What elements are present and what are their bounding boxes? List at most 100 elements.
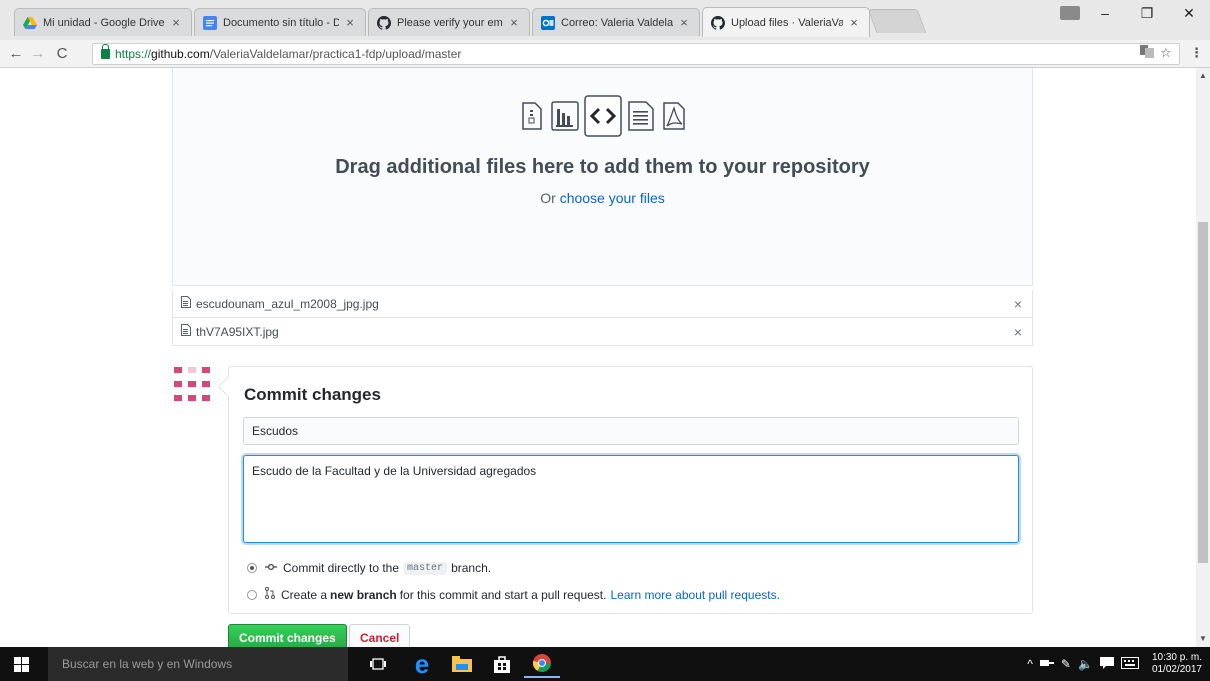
chrome-taskbar-icon[interactable] — [524, 650, 560, 678]
volume-icon[interactable]: 🔈 — [1078, 657, 1093, 671]
dropzone-title: Drag additional files here to add them t… — [335, 156, 870, 178]
taskbar-clock[interactable]: 10:30 p. m. 01/02/2017 — [1152, 652, 1202, 676]
branch-name: master — [403, 561, 448, 575]
file-chart-icon — [550, 100, 579, 132]
scroll-up-icon[interactable]: ▲ — [1199, 71, 1207, 80]
close-window-icon[interactable]: ✕ — [1168, 0, 1210, 26]
github-icon — [711, 15, 726, 30]
commit-form: Commit changes Escudo de la Facultad y d… — [228, 366, 1033, 614]
tab-google-docs[interactable]: Documento sin título - Documentos × — [194, 8, 366, 36]
close-tab-icon[interactable]: × — [507, 15, 521, 30]
address-bar[interactable]: https://github.com/ValeriaValdelamar/pra… — [92, 43, 1180, 65]
outlook-icon — [541, 15, 555, 30]
git-pull-request-icon — [265, 587, 275, 602]
notifications-icon[interactable] — [1099, 656, 1114, 672]
clock-time: 10:30 p. m. — [1151, 652, 1202, 663]
radio-new-branch[interactable] — [247, 589, 257, 600]
dropzone-subtitle: Or choose your files — [173, 190, 1032, 206]
bookmark-star-icon[interactable]: ☆ — [1160, 45, 1172, 61]
cancel-button[interactable]: Cancel — [349, 624, 411, 647]
edge-browser-icon[interactable]: e — [404, 650, 440, 678]
scroll-down-icon[interactable]: ▼ — [1199, 634, 1207, 643]
minimize-icon[interactable]: – — [1084, 0, 1126, 26]
translate-icon[interactable] — [1140, 45, 1154, 61]
commit-summary-input[interactable] — [243, 417, 1019, 445]
tab-github-verify[interactable]: Please verify your email address × — [368, 8, 530, 36]
file-pdf-icon — [660, 100, 688, 132]
forward-icon[interactable]: → — [28, 44, 48, 64]
commit-changes-button[interactable]: Commit changes — [228, 624, 347, 647]
tab-title: Upload files · ValeriaValdelamar — [731, 16, 843, 29]
file-explorer-icon[interactable] — [444, 650, 480, 678]
choose-files-link[interactable]: choose your files — [560, 190, 665, 206]
tab-google-drive[interactable]: Mi unidad - Google Drive × — [14, 8, 192, 36]
file-name: escudounam_azul_m2008_jpg.jpg — [196, 296, 379, 311]
upload-dropzone[interactable]: Drag additional files here to add them t… — [172, 68, 1033, 286]
tab-title: Documento sin título - Documentos — [223, 16, 339, 29]
chrome-menu-icon[interactable]: ⋮ — [1190, 45, 1203, 61]
reload-icon[interactable]: C — [52, 44, 72, 64]
commit-description-textarea[interactable]: Escudo de la Facultad y de la Universida… — [243, 455, 1019, 543]
keyboard-icon[interactable] — [1120, 656, 1139, 672]
close-tab-icon[interactable]: × — [677, 15, 691, 30]
dropzone-or-text: Or — [540, 190, 560, 206]
learn-more-pull-requests-link[interactable]: Learn more about pull requests. — [610, 588, 779, 602]
back-icon[interactable]: ← — [6, 44, 26, 64]
taskbar-search-box[interactable]: Buscar en la web y en Windows — [48, 647, 348, 681]
commit-new-branch-option[interactable]: Create a new branch for this commit and … — [247, 587, 780, 602]
tab-title: Mi unidad - Google Drive — [43, 16, 165, 29]
close-tab-icon[interactable]: × — [169, 15, 183, 30]
restore-icon[interactable]: ❐ — [1126, 0, 1168, 26]
browser-tab-strip: Mi unidad - Google Drive × Documento sin… — [0, 0, 1210, 40]
option-new-bold: new branch — [330, 587, 397, 602]
upload-file-row: thV7A95IXT.jpg × — [172, 318, 1033, 346]
new-tab-button[interactable] — [867, 9, 927, 33]
option-direct-suffix: branch. — [451, 561, 492, 575]
option-new-suffix: for this commit and start a pull request… — [399, 587, 607, 602]
file-type-icons — [173, 95, 1032, 137]
url-host: github.com — [151, 47, 210, 61]
remove-file-icon[interactable]: × — [1014, 324, 1022, 340]
tab-github-upload[interactable]: Upload files · ValeriaValdelamar × — [702, 7, 870, 37]
upload-file-row: escudounam_azul_m2008_jpg.jpg × — [172, 290, 1033, 318]
file-text-icon — [627, 100, 655, 132]
clock-date: 01/02/2017 — [1151, 664, 1202, 675]
network-icon[interactable] — [1039, 657, 1054, 671]
google-drive-icon — [23, 16, 37, 30]
page-scrollbar[interactable]: ▲ ▼ — [1196, 68, 1210, 647]
windows-taskbar: Buscar en la web y en Windows e ^ ✎ 🔈 10… — [0, 647, 1210, 681]
chevron-up-icon[interactable]: ^ — [1027, 657, 1033, 671]
remove-file-icon[interactable]: × — [1014, 296, 1022, 312]
scrollbar-thumb[interactable] — [1198, 222, 1208, 563]
profile-icon[interactable] — [1060, 6, 1080, 20]
option-new-prefix: Create a — [281, 587, 328, 602]
radio-commit-direct[interactable] — [247, 563, 257, 573]
close-tab-icon[interactable]: × — [847, 15, 861, 30]
url-scheme: https:// — [115, 47, 152, 61]
tab-title: Correo: Valeria Valdelamar — [561, 16, 673, 29]
file-zip-icon — [518, 100, 546, 132]
tab-title: Please verify your email address — [397, 16, 503, 29]
file-icon — [181, 324, 191, 339]
browser-toolbar: ← → C https://github.com/ValeriaValdelam… — [0, 40, 1210, 68]
commit-direct-option[interactable]: Commit directly to the master branch. — [247, 561, 491, 575]
taskbar-search-placeholder: Buscar en la web y en Windows — [62, 657, 233, 671]
page-content: Drag additional files here to add them t… — [0, 68, 1196, 647]
close-tab-icon[interactable]: × — [343, 15, 357, 30]
git-commit-icon — [265, 562, 277, 574]
store-icon[interactable] — [484, 650, 520, 678]
option-direct-label: Commit directly to the — [283, 561, 400, 575]
file-code-icon — [583, 95, 622, 137]
pen-icon[interactable]: ✎ — [1061, 657, 1071, 671]
google-docs-icon — [203, 15, 217, 30]
window-controls: – ❐ ✕ — [1084, 0, 1210, 26]
task-view-icon[interactable] — [360, 650, 396, 678]
github-icon — [377, 15, 392, 30]
windows-start-icon[interactable] — [14, 657, 30, 673]
system-tray: ^ ✎ 🔈 10:30 p. m. 01/02/2017 — [1027, 647, 1202, 681]
file-icon — [181, 296, 191, 311]
tab-outlook-mail[interactable]: Correo: Valeria Valdelamar × — [532, 8, 700, 36]
file-name: thV7A95IXT.jpg — [196, 324, 279, 339]
url-path: /ValeriaValdelamar/practica1-fdp/upload/… — [209, 47, 462, 61]
commit-title: Commit changes — [244, 385, 381, 404]
